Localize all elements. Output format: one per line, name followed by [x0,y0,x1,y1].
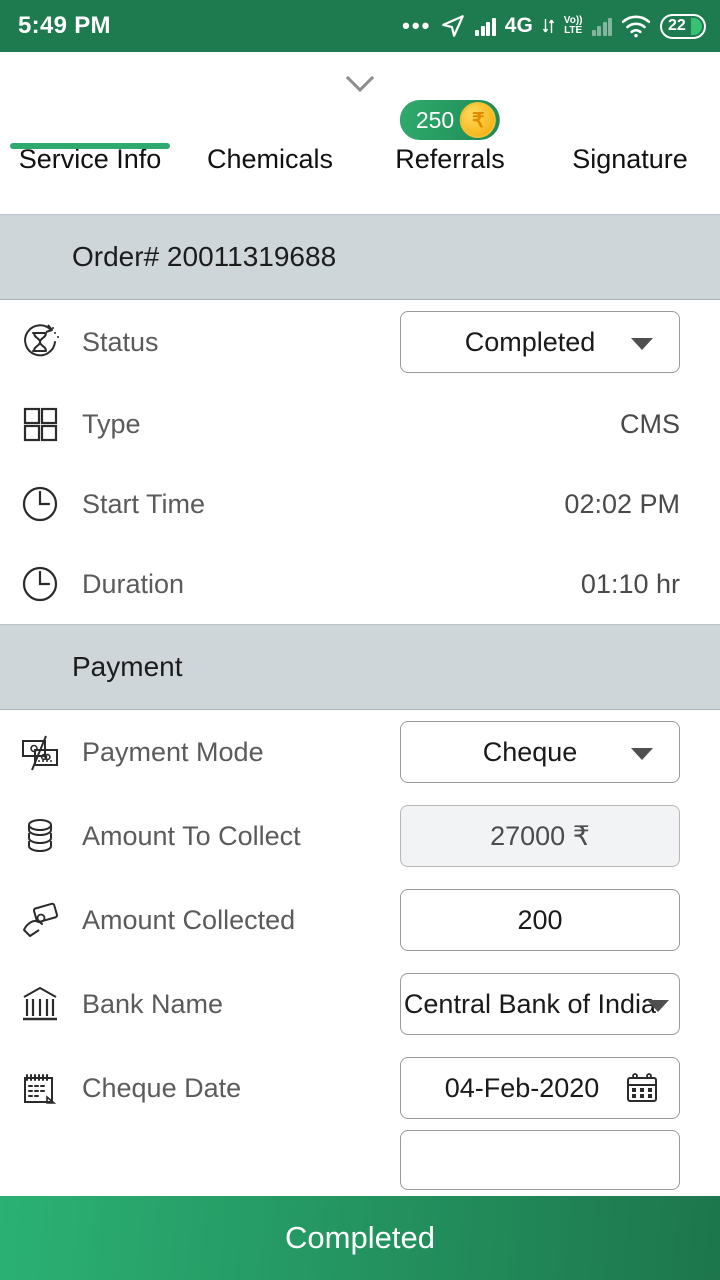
cheque-date-value: 04-Feb-2020 [444,1072,600,1103]
chevron-down-icon[interactable] [647,1000,669,1012]
bottom-action-bar[interactable]: Completed [0,1196,720,1280]
row-start-time: Start Time 02:02 PM [0,464,720,544]
row-amount-to-collect-left: Amount To Collect [18,814,400,858]
wifi-icon [621,14,651,38]
payment-mode-value: Cheque [482,736,578,767]
signal-bars-icon [475,16,496,36]
row-payment-mode-left: Payment Mode [18,730,400,774]
app-screen: 5:49 PM ••• 4G Vo)) LTE 22 Service Info … [0,0,720,1280]
chevron-down-icon[interactable] [631,748,653,760]
calendar-icon [18,1066,62,1110]
collapse-handle[interactable] [0,52,720,102]
row-start-time-label: Start Time [82,488,206,519]
battery-level-label: 22 [668,17,686,34]
referrals-reward-badge[interactable]: 250 ₹ [399,100,501,140]
order-section-header: Order# 20011319688 [0,214,720,300]
tab-active-indicator [10,143,170,149]
amount-collected-value: 200 [517,904,563,935]
amount-to-collect-value: 27000 ₹ [490,820,590,851]
row-bank-name: Bank Name Central Bank of India [0,962,720,1046]
row-bank-name-label: Bank Name [82,988,224,1019]
status-dropdown-value: Completed [464,326,596,357]
tab-signature[interactable]: Signature [540,102,720,175]
signal-bars-dim-icon [591,16,612,36]
battery-icon: 22 [660,13,706,39]
row-amount-collected: Amount Collected 200 [0,878,720,962]
bank-name-value: Central Bank of India [403,988,657,1019]
row-status-left: Status [18,320,400,364]
chevron-down-icon[interactable] [347,64,373,90]
bank-name-dropdown[interactable]: Central Bank of India [400,973,680,1035]
row-amount-to-collect-label: Amount To Collect [82,820,301,851]
payment-section-rows: Payment Mode Cheque Amount To Collect 27… [0,710,720,1190]
amount-collected-input[interactable]: 200 [400,889,680,951]
tab-service-info[interactable]: Service Info [0,102,180,175]
tab-referrals[interactable]: 250 ₹ Referrals [360,100,540,175]
row-duration-value: 01:10 hr [580,568,680,599]
tab-chemicals-label: Chemicals [206,144,334,174]
network-4g-icon: 4G [504,14,533,37]
coins-stack-icon [18,814,62,858]
row-payment-mode: Payment Mode Cheque [0,710,720,794]
data-transfer-icon [542,16,555,36]
cheque-date-input[interactable]: 04-Feb-2020 [400,1057,680,1119]
grid-squares-icon [18,402,62,446]
row-status: Status Completed [0,300,720,384]
cheque-card-icon [18,730,62,774]
row-duration-left: Duration [18,562,581,606]
row-cheque-date-left: Cheque Date [18,1066,400,1110]
row-payment-mode-label: Payment Mode [82,736,264,767]
order-number-label: Order# 20011319688 [72,241,337,272]
row-amount-to-collect: Amount To Collect 27000 ₹ [0,794,720,878]
referrals-badge-count: 250 [415,106,455,133]
tab-bar: Service Info Chemicals 250 ₹ Referrals S… [0,100,720,214]
row-start-time-left: Start Time [18,482,564,526]
row-cheque-date: Cheque Date 04-Feb-2020 [0,1046,720,1130]
row-type-value: CMS [620,408,680,439]
row-type-label: Type [82,408,141,439]
more-dots-icon: ••• [402,13,432,38]
payment-section-header: Payment [0,624,720,710]
order-section-rows: Status Completed Type CMS Start Time 02:… [0,300,720,624]
location-arrow-icon [440,13,466,39]
row-duration-label: Duration [82,568,185,599]
tab-signature-label: Signature [572,144,688,174]
status-bar-icons: ••• 4G Vo)) LTE 22 [402,13,706,39]
row-amount-collected-label: Amount Collected [82,904,296,935]
clock-icon [18,562,62,606]
row-bank-name-left: Bank Name [18,982,400,1026]
amount-to-collect-field: 27000 ₹ [400,805,680,867]
row-type-left: Type [18,402,620,446]
tab-chemicals[interactable]: Chemicals [180,102,360,175]
row-type: Type CMS [0,384,720,464]
tab-referrals-label: Referrals [395,144,505,174]
chevron-down-icon[interactable] [631,338,653,350]
clock-icon [18,482,62,526]
row-status-label: Status [82,326,159,357]
next-field-input-partial[interactable] [400,1130,680,1190]
calendar-picker-icon[interactable] [625,1071,659,1105]
status-dropdown[interactable]: Completed [400,311,680,373]
status-bar-time: 5:49 PM [18,12,111,39]
payment-section-title: Payment [72,651,183,682]
volte-icon: Vo)) LTE [564,16,583,36]
bottom-action-label: Completed [285,1220,435,1255]
status-bar: 5:49 PM ••• 4G Vo)) LTE 22 [0,0,720,52]
row-start-time-value: 02:02 PM [564,488,680,519]
hourglass-refresh-icon [18,320,62,364]
hand-card-icon [18,898,62,942]
volte-bottom-label: LTE [564,25,583,36]
rupee-coin-icon: ₹ [460,102,497,138]
bank-icon [18,982,62,1026]
row-cheque-date-label: Cheque Date [82,1072,242,1103]
row-amount-collected-left: Amount Collected [18,898,400,942]
payment-mode-dropdown[interactable]: Cheque [400,721,680,783]
row-duration: Duration 01:10 hr [0,544,720,624]
row-next-field-partial [0,1130,720,1190]
